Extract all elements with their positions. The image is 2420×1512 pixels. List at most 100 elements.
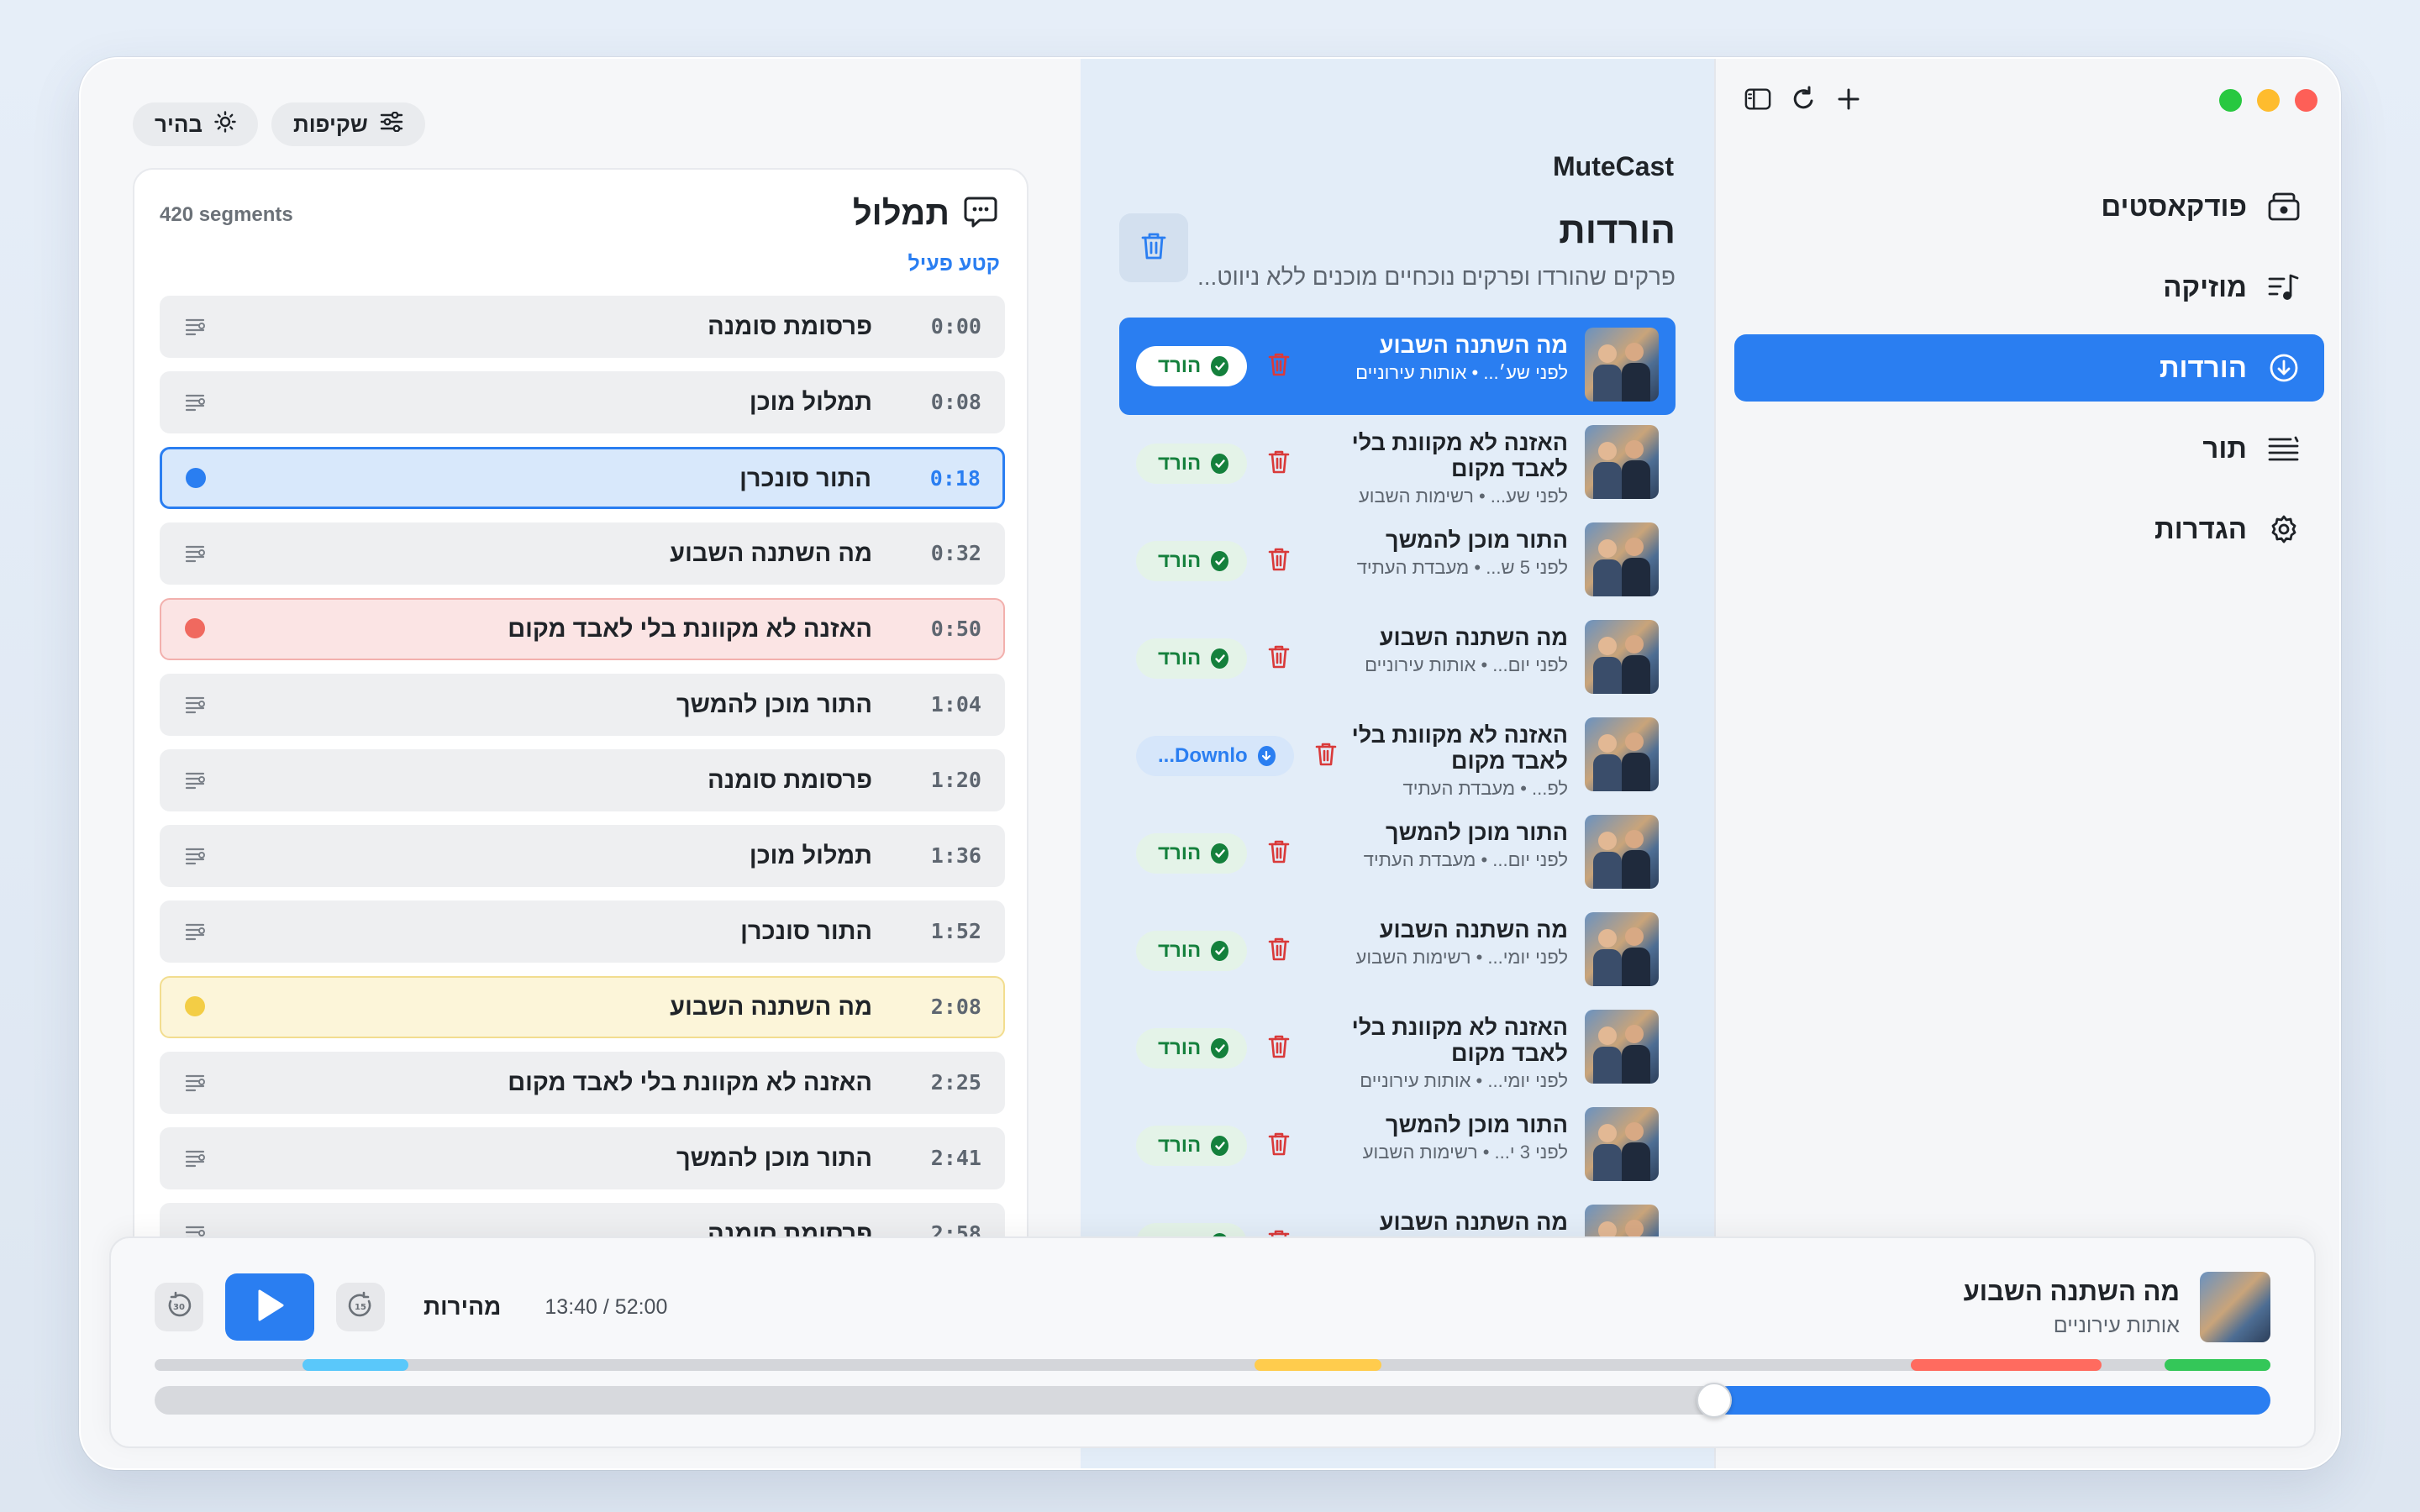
progress-thumb[interactable] bbox=[1696, 1383, 1732, 1418]
download-row[interactable]: התור מוכן להמשך לפני 5 ש... • מעבדת העתיד… bbox=[1119, 512, 1676, 610]
download-status-badge: Downlo... bbox=[1136, 736, 1294, 776]
skip-back-30-button[interactable]: 30 bbox=[155, 1283, 203, 1331]
download-row[interactable]: האזנה לא מקוונת בלי לאבד מקום לפ... • מעב… bbox=[1119, 707, 1676, 805]
segment-text: האזנה לא מקוונת בלי לאבד מקום bbox=[508, 1069, 872, 1096]
transcript-header: תמלול bbox=[853, 195, 998, 233]
download-progress-icon bbox=[1257, 746, 1276, 766]
episode-artwork bbox=[1585, 717, 1659, 791]
episode-title: התור מוכן להמשך bbox=[1386, 1112, 1568, 1137]
delete-all-button[interactable] bbox=[1119, 213, 1188, 282]
segment-text: תמלול מוכן bbox=[749, 843, 872, 869]
episode-artwork bbox=[1585, 1107, 1659, 1181]
episode-title: התור מוכן להמשך bbox=[1386, 820, 1568, 845]
download-row[interactable]: התור מוכן להמשך לפני 3 י... • רשימות השבו… bbox=[1119, 1097, 1676, 1194]
segment-list-icon bbox=[185, 847, 205, 865]
minimize-window-button[interactable] bbox=[2257, 89, 2280, 112]
episode-meta: לפני שע... • רשימות השבוע bbox=[1358, 486, 1568, 507]
sidebar-toggle-icon[interactable] bbox=[1744, 84, 1771, 114]
skip-forward-15-button[interactable]: 15 bbox=[336, 1283, 385, 1331]
sidebar-item-music[interactable]: מוזיקה bbox=[1734, 254, 2324, 321]
trash-icon bbox=[1268, 1034, 1290, 1063]
download-row[interactable]: מה השתנה השבוע לפני יום... • אותות עירוני… bbox=[1119, 610, 1676, 707]
add-icon[interactable] bbox=[1835, 84, 1862, 114]
download-status-badge: הורד bbox=[1136, 1028, 1247, 1068]
download-status-badge: הורד bbox=[1136, 346, 1247, 386]
transparency-pill[interactable]: שקיפות bbox=[271, 102, 425, 146]
segment-list-icon bbox=[185, 1074, 205, 1092]
sidebar-item-downloads[interactable]: הורדות bbox=[1734, 334, 2324, 402]
download-status-badge: הורד bbox=[1136, 638, 1247, 679]
transcript-segment[interactable]: 1:04 התור מוכן להמשך bbox=[160, 674, 1005, 736]
download-row[interactable]: האזנה לא מקוונת בלי לאבד מקום לפני יומי..… bbox=[1119, 1000, 1676, 1097]
transcript-segment[interactable]: 1:36 תמלול מוכן bbox=[160, 825, 1005, 887]
download-text: מה השתנה השבוע לפני שע׳... • אותות עירוני… bbox=[1316, 333, 1568, 384]
window-controls bbox=[2219, 89, 2317, 112]
segment-time: 0:18 bbox=[929, 466, 981, 491]
delete-download-button[interactable] bbox=[1267, 1035, 1291, 1062]
download-text: מה השתנה השבוע לפני יומי... • רשימות השבו… bbox=[1316, 917, 1568, 969]
transcript-segment[interactable]: 2:08 מה השתנה השבוע bbox=[160, 976, 1005, 1038]
delete-download-button[interactable] bbox=[1267, 450, 1291, 477]
sidebar-item-queue[interactable]: תור bbox=[1734, 415, 2324, 482]
episode-title: התור מוכן להמשך bbox=[1386, 528, 1568, 553]
transcript-segment[interactable]: 0:08 תמלול מוכן bbox=[160, 371, 1005, 433]
download-text: התור מוכן להמשך לפני יום... • מעבדת העתיד bbox=[1316, 820, 1568, 871]
transcript-segment[interactable]: 2:25 האזנה לא מקוונת בלי לאבד מקום bbox=[160, 1052, 1005, 1114]
progress-slider[interactable] bbox=[155, 1383, 2270, 1418]
sidebar-item-podcasts[interactable]: פודקאסטים bbox=[1734, 173, 2324, 240]
transcript-segment[interactable]: 1:52 התור סונכרן bbox=[160, 900, 1005, 963]
delete-download-button[interactable] bbox=[1314, 743, 1338, 769]
checkmark-icon bbox=[1211, 941, 1228, 961]
download-row[interactable]: התור מוכן להמשך לפני יום... • מעבדת העתיד… bbox=[1119, 805, 1676, 902]
download-row[interactable]: מה השתנה השבוע לפני שע׳... • אותות עירוני… bbox=[1119, 318, 1676, 415]
segment-marker-track bbox=[155, 1359, 2270, 1371]
delete-download-button[interactable] bbox=[1267, 1132, 1291, 1159]
trash-icon bbox=[1268, 449, 1290, 479]
transcript-segment[interactable]: 1:20 פרסומת סומנה bbox=[160, 749, 1005, 811]
delete-download-button[interactable] bbox=[1267, 548, 1291, 575]
speed-button[interactable]: מהירות bbox=[424, 1294, 501, 1320]
delete-download-button[interactable] bbox=[1267, 353, 1291, 380]
delete-download-button[interactable] bbox=[1267, 840, 1291, 867]
trash-icon bbox=[1268, 644, 1290, 674]
transcript-segment[interactable]: 0:18 התור סונכרן bbox=[160, 447, 1005, 509]
segment-text: התור סונכרן bbox=[740, 918, 872, 945]
theme-pill[interactable]: בהיר bbox=[133, 102, 259, 146]
active-segment-link[interactable]: קטע פעיל bbox=[908, 252, 1000, 276]
trash-icon bbox=[1268, 839, 1290, 869]
segment-list-icon bbox=[185, 1149, 205, 1168]
status-label: הורד bbox=[1158, 1134, 1202, 1157]
sidebar-item-settings[interactable]: הגדרות bbox=[1734, 496, 2324, 563]
segment-list: 0:00 פרסומת סומנה 0:08 תמלול מוכן 0:18 התור ס… bbox=[160, 296, 1005, 1278]
segment-time: 0:08 bbox=[930, 390, 981, 414]
delete-download-button[interactable] bbox=[1267, 937, 1291, 964]
refresh-icon[interactable] bbox=[1790, 84, 1817, 114]
checkmark-icon bbox=[1211, 1136, 1228, 1156]
trash-icon bbox=[1315, 742, 1337, 771]
transcript-segment[interactable]: 0:50 האזנה לא מקוונת בלי לאבד מקום bbox=[160, 598, 1005, 660]
downloads-subtitle: פרקים שהורדו ופרקים נוכחיים מוכנים ללא נ… bbox=[1197, 264, 1676, 290]
music-note-icon bbox=[2267, 270, 2301, 304]
transcript-segment[interactable]: 0:00 פרסומת סומנה bbox=[160, 296, 1005, 358]
zoom-window-button[interactable] bbox=[2219, 89, 2242, 112]
segment-text: פרסומת סומנה bbox=[708, 313, 872, 340]
segment-marker bbox=[1910, 1359, 2102, 1371]
download-row[interactable]: האזנה לא מקוונת בלי לאבד מקום לפני שע... … bbox=[1119, 415, 1676, 512]
delete-download-button[interactable] bbox=[1267, 645, 1291, 672]
play-button[interactable] bbox=[225, 1273, 314, 1341]
transcript-segment[interactable]: 0:32 מה השתנה השבוע bbox=[160, 522, 1005, 585]
svg-text:30: 30 bbox=[173, 1303, 185, 1312]
segment-list-icon bbox=[185, 544, 205, 563]
transcript-segment[interactable]: 2:41 התור מוכן להמשך bbox=[160, 1127, 1005, 1189]
episode-title: האזנה לא מקוונת בלי לאבד מקום bbox=[1351, 1015, 1568, 1066]
download-row[interactable]: מה השתנה השבוע לפני יומי... • רשימות השבו… bbox=[1119, 902, 1676, 1000]
download-text: מה השתנה השבוע לפני יום... • אותות עירוני… bbox=[1316, 625, 1568, 676]
segment-time: 0:32 bbox=[930, 541, 981, 565]
close-window-button[interactable] bbox=[2295, 89, 2317, 112]
download-status-badge: הורד bbox=[1136, 833, 1247, 874]
episode-title: האזנה לא מקוונת בלי לאבד מקום bbox=[1351, 722, 1568, 774]
segment-time: 2:25 bbox=[930, 1070, 981, 1095]
now-playing-subtitle: אותות עירוניים bbox=[2053, 1314, 2180, 1337]
sidebar-item-label: תור bbox=[2202, 433, 2247, 464]
segment-count: 420 segments bbox=[160, 203, 293, 226]
